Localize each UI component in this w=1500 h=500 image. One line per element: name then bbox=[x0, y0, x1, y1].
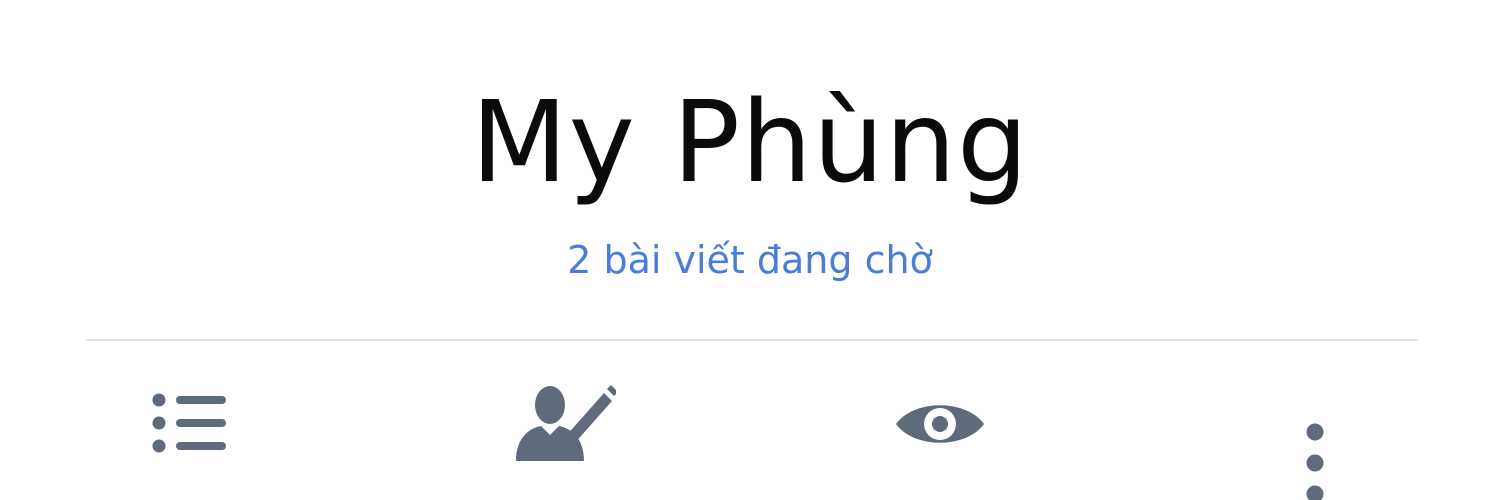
update-info-button[interactable] bbox=[510, 379, 616, 465]
edit-profile-icon bbox=[516, 385, 616, 461]
activity-log-button[interactable] bbox=[146, 387, 232, 457]
list-icon bbox=[152, 393, 226, 453]
profile-action-toolbar bbox=[0, 341, 1500, 500]
view-as-button[interactable] bbox=[892, 393, 988, 455]
pending-posts-link[interactable]: 2 bài viết đang chờ bbox=[0, 230, 1500, 290]
profile-name: My Phùng bbox=[470, 78, 1030, 208]
profile-header: My Phùng 2 bài viết đang chờ bbox=[0, 0, 1500, 340]
eye-icon bbox=[896, 405, 984, 443]
more-vertical-icon bbox=[1306, 423, 1324, 500]
more-options-button[interactable] bbox=[1298, 417, 1332, 500]
